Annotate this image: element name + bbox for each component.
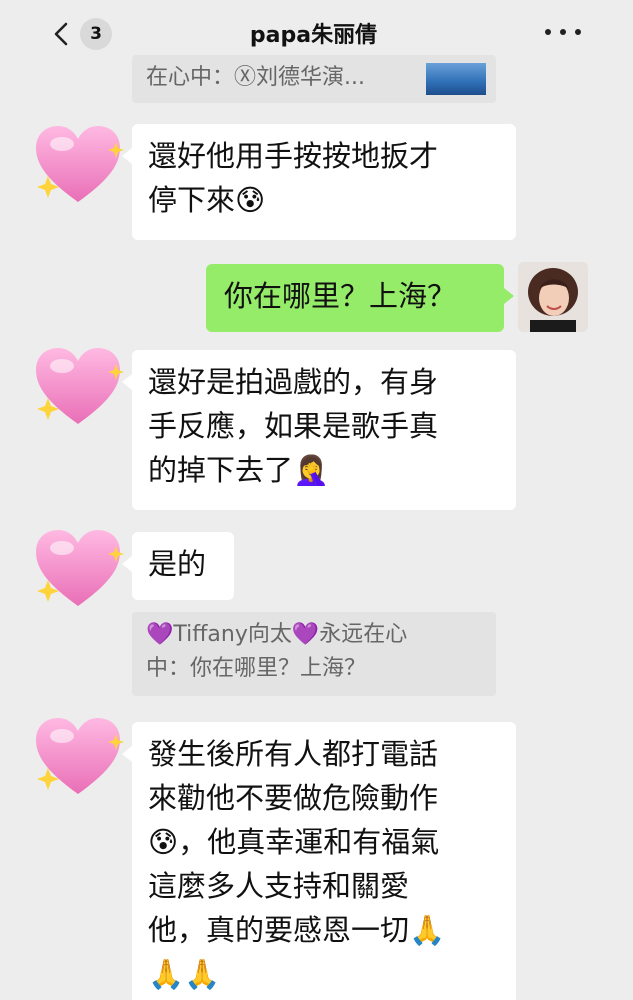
chat-title: papa朱丽倩 [249, 23, 378, 48]
quoted-reply-line: 💜Tiffany向太💜永远在心 [146, 622, 408, 647]
incoming-message-bubble[interactable]: 還好是拍過戲的，有身 手反應，如果是歌手真 的掉下去了🤦‍♀️ [122, 350, 516, 510]
my-avatar[interactable] [518, 262, 588, 332]
message-text: 是的 [148, 547, 207, 581]
message-line: 這麼多人支持和關愛 [148, 869, 410, 903]
chat-screen: 3 papa朱丽倩 在心中：Ⓧ刘德华演... 還好他用手按按地扳才 停下來😰 你… [22, 0, 605, 1000]
more-dots-icon[interactable] [545, 24, 581, 40]
message-line: 來勸他不要做危險動作 [148, 781, 439, 815]
incoming-message-bubble[interactable]: 是的 [122, 532, 234, 600]
heart-sparkle-avatar-icon[interactable] [30, 118, 126, 208]
quoted-reply-line: 中：你在哪里？上海？ [146, 656, 367, 681]
message-line: 😰，他真幸運和有福氣 [148, 825, 440, 859]
message-line: 手反應，如果是歌手真 [148, 409, 439, 443]
chat-header: 3 papa朱丽倩 [22, 0, 605, 62]
message-line: 的掉下去了🤦‍♀️ [148, 453, 330, 487]
quoted-reply[interactable]: 💜Tiffany向太💜永远在心 中：你在哪里？上海？ [132, 612, 496, 696]
heart-sparkle-avatar-icon[interactable] [30, 710, 126, 800]
person-photo-icon [518, 262, 588, 332]
incoming-message-bubble[interactable]: 發生後所有人都打電話 來勸他不要做危險動作 😰，他真幸運和有福氣 這麼多人支持和… [122, 722, 516, 1000]
incoming-message-bubble[interactable]: 還好他用手按按地扳才 停下來😰 [122, 124, 516, 240]
message-text: 你在哪里？上海？ [224, 279, 457, 313]
heart-sparkle-avatar-icon[interactable] [30, 522, 126, 612]
heart-sparkle-avatar-icon[interactable] [30, 340, 126, 430]
message-line: 發生後所有人都打電話 [148, 737, 439, 771]
message-line: 他，真的要感恩一切🙏 [148, 913, 446, 947]
message-line: 還好是拍過戲的，有身 [148, 365, 439, 399]
message-line: 停下來😰 [148, 183, 266, 217]
message-line: 還好他用手按按地扳才 [148, 139, 439, 173]
quoted-message[interactable]: 在心中：Ⓧ刘德华演... [132, 55, 496, 103]
outgoing-message-bubble[interactable]: 你在哪里？上海？ [206, 264, 514, 332]
quoted-message-text: 在心中：Ⓧ刘德华演... [146, 65, 365, 90]
message-line: 🙏🙏 [148, 957, 221, 991]
quoted-thumbnail [426, 63, 486, 95]
